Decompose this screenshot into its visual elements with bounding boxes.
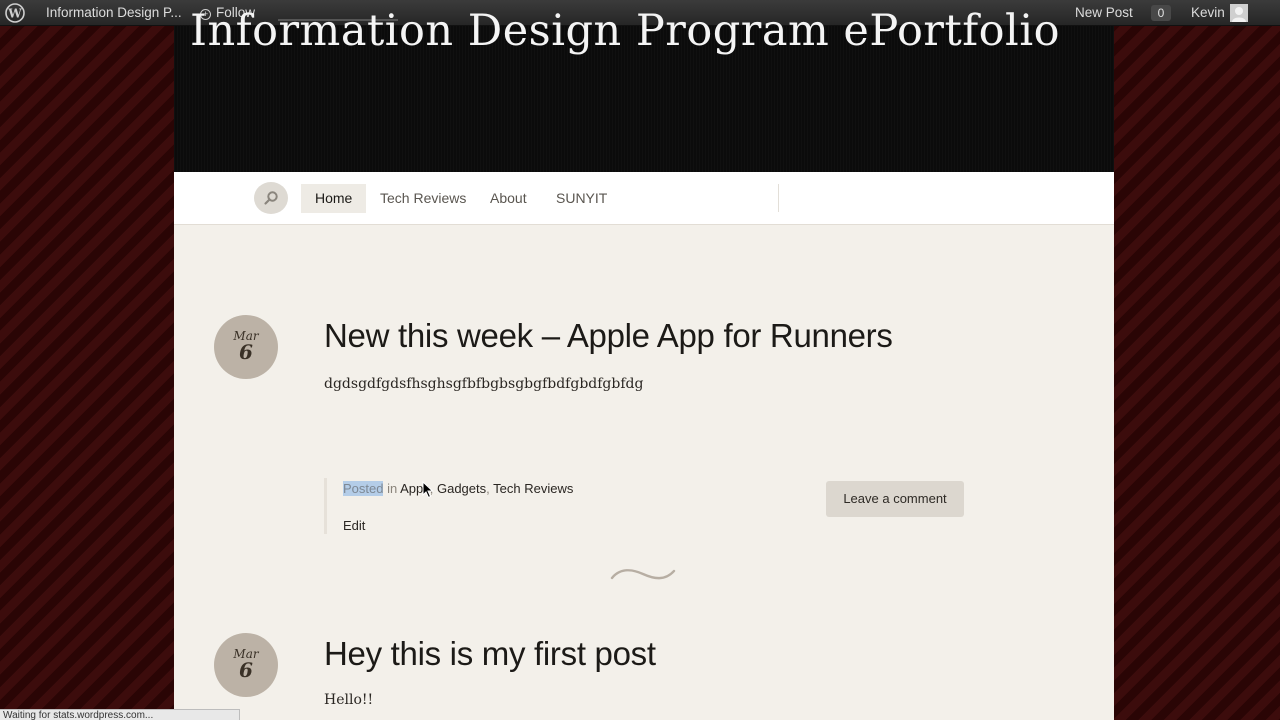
svg-text:W: W [7, 7, 22, 21]
admin-bar-site-name[interactable]: Information Design P... [46, 0, 182, 26]
wordpress-logo-icon[interactable]: W [4, 3, 26, 23]
browser-status-bar: Waiting for stats.wordpress.com... [0, 709, 240, 720]
nav-search-button[interactable] [254, 182, 288, 214]
leave-comment-button[interactable]: Leave a comment [826, 481, 964, 517]
date-badge: Mar 6 [214, 633, 278, 697]
category-link-tech-reviews[interactable]: Tech Reviews [493, 481, 573, 496]
edit-link[interactable]: Edit [343, 518, 365, 533]
user-avatar[interactable] [1230, 4, 1248, 22]
site-title[interactable]: Information Design Program ePortfolio [190, 6, 1110, 56]
post-body: Hello!! [324, 692, 374, 708]
mouse-cursor-icon [422, 481, 434, 499]
date-badge: Mar 6 [214, 315, 278, 379]
page-content: Information Design Program ePortfolio Ho… [174, 6, 1114, 720]
main-navigation: Home Tech Reviews About SUNYIT [174, 172, 1114, 225]
user-silhouette-icon [1232, 7, 1246, 22]
nav-item-home[interactable]: Home [301, 184, 367, 213]
date-day: 6 [239, 658, 253, 682]
notification-count-badge[interactable]: 0 [1151, 5, 1171, 21]
category-link-gadgets[interactable]: Gadgets [437, 481, 486, 496]
post-body: dgdsgdfgdsfhsghsgfbfbgbsgbgfbdfgbdfgbfdg [324, 376, 644, 392]
nav-item-sunyit[interactable]: SUNYIT [556, 184, 607, 213]
post-title[interactable]: Hey this is my first post [324, 635, 656, 673]
nav-divider [778, 184, 779, 212]
search-icon [264, 191, 278, 205]
post-title[interactable]: New this week – Apple App for Runners [324, 317, 893, 355]
site-header: Information Design Program ePortfolio [174, 6, 1114, 172]
nav-item-about[interactable]: About [490, 184, 527, 213]
admin-bar-user-name[interactable]: Kevin [1191, 0, 1225, 26]
posted-in-line: Posted in Apps, Gadgets, Tech Reviews [343, 481, 573, 496]
nav-item-tech-reviews[interactable]: Tech Reviews [380, 184, 466, 213]
date-day: 6 [239, 340, 253, 364]
squiggle-divider-icon [610, 569, 676, 580]
selected-text: Posted [343, 481, 384, 496]
posted-in-text: in [383, 481, 401, 496]
